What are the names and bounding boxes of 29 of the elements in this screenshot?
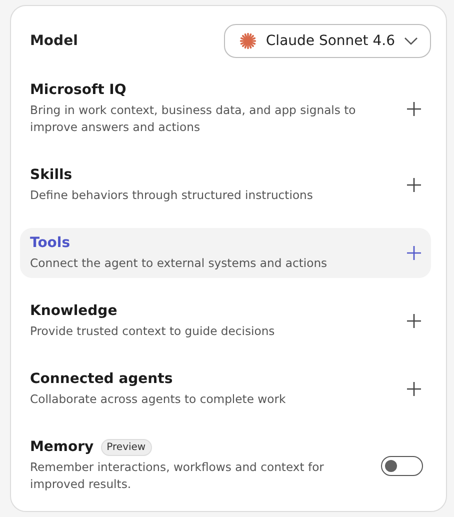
model-label: Model xyxy=(30,33,78,49)
section-row[interactable]: Tools Connect the agent to external systems and actions xyxy=(20,228,431,278)
section-row[interactable]: Memory Preview Remember interactions, workflows and context for improved results. xyxy=(20,432,431,499)
plus-icon[interactable] xyxy=(407,178,421,192)
section-title: Microsoft IQ xyxy=(30,81,126,99)
section-description: Collaborate across agents to complete work xyxy=(30,391,287,408)
starburst-icon xyxy=(238,32,257,50)
section-description: Define behaviors through structured instructions xyxy=(30,187,314,204)
section-title: Memory xyxy=(30,438,94,456)
section-row[interactable]: Connected agents Collaborate across agents to complete work xyxy=(20,364,431,414)
section-title: Tools xyxy=(30,234,70,252)
section-title: Connected agents xyxy=(30,370,173,388)
toggle-switch[interactable] xyxy=(381,456,423,476)
section-description: Bring in work context, business data, and app signals to improve answers and actions xyxy=(30,102,357,136)
section-title: Skills xyxy=(30,166,72,184)
section-row[interactable]: Knowledge Provide trusted context to guide decisions xyxy=(20,296,431,346)
chevron-down-icon xyxy=(404,37,418,45)
section-description: Remember interactions, workflows and context for improved results. xyxy=(30,459,325,493)
preview-badge: Preview xyxy=(100,438,152,456)
plus-icon[interactable] xyxy=(407,246,421,260)
plus-icon[interactable] xyxy=(407,102,421,116)
section-description: Connect the agent to external systems and actions xyxy=(30,255,328,272)
model-dropdown[interactable]: Claude Sonnet 4.6 xyxy=(224,24,431,58)
plus-icon[interactable] xyxy=(407,382,421,396)
section-description: Provide trusted context to guide decisions xyxy=(30,323,276,340)
plus-icon[interactable] xyxy=(407,314,421,328)
section-title: Knowledge xyxy=(30,302,118,320)
section-row[interactable]: Skills Define behaviors through structured instructions xyxy=(20,160,431,210)
section-row[interactable]: Microsoft IQ Bring in work context, business data, and app signals to improve answers and actions xyxy=(20,75,431,142)
